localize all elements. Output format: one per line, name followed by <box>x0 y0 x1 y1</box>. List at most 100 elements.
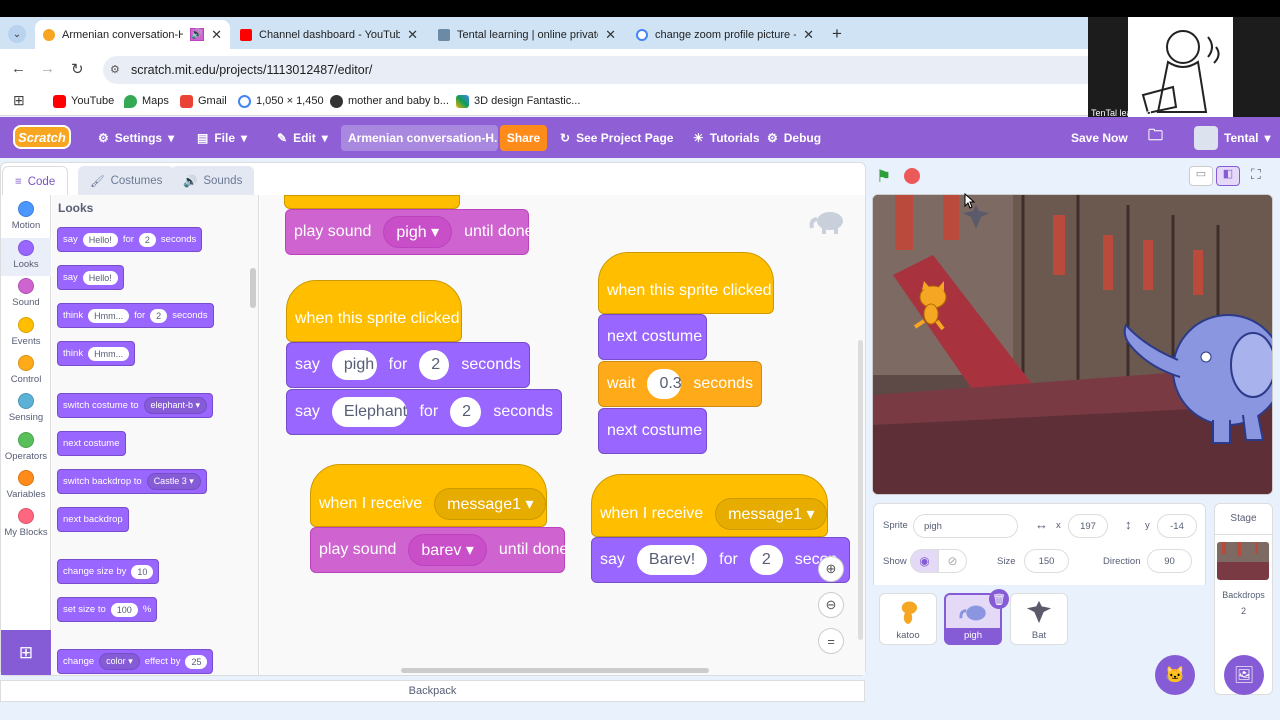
sprite-tile-katoo[interactable]: katoo <box>879 593 937 645</box>
block-input[interactable]: 25 <box>185 654 208 669</box>
apps-grid-icon[interactable]: ⊞ <box>13 92 25 109</box>
block-input[interactable]: 2 <box>138 232 156 247</box>
bookmark-youtube[interactable]: YouTube <box>53 93 114 109</box>
settings-menu[interactable]: ⚙ Settings ▾ <box>98 117 174 158</box>
bookmark-size[interactable]: 1,050 × 1,450 <box>238 93 324 109</box>
tutorials-button[interactable]: ☀ Tutorials <box>693 117 760 158</box>
message-dropdown[interactable]: message1 ▾ <box>715 497 828 530</box>
block-input[interactable]: 2 <box>150 308 168 323</box>
sprite-tile-bat[interactable]: Bat <box>1010 593 1068 645</box>
palette-next-backdrop-block[interactable]: next backdrop <box>57 507 129 532</box>
when-sprite-clicked-hat-block[interactable]: when this sprite clicked <box>598 252 774 314</box>
palette-change-size-block[interactable]: change size by 10 <box>57 559 160 584</box>
sprite-name-field[interactable]: pigh <box>913 514 1018 538</box>
add-extension-button[interactable]: ⊞ <box>1 630 51 675</box>
save-now-button[interactable]: Save Now <box>1071 117 1128 158</box>
choose-sprite-button[interactable]: 🐱 <box>1155 655 1195 695</box>
sound-dropdown[interactable]: barev ▾ <box>408 534 487 566</box>
bookmark-gmail[interactable]: Gmail <box>180 93 227 109</box>
browser-tab-tental[interactable]: Tental learning | online private ✕ <box>430 20 624 49</box>
block-input[interactable]: 10 <box>131 564 154 579</box>
block-input[interactable]: Hmm... <box>88 308 130 323</box>
category-control[interactable]: Control <box>1 353 51 391</box>
stage-canvas[interactable] <box>872 194 1273 495</box>
my-stuff-folder-icon[interactable]: 🗀 <box>1148 117 1163 158</box>
direction-field[interactable]: 90 <box>1147 549 1192 573</box>
normal-stage-button[interactable]: ◧ <box>1216 166 1240 186</box>
close-tab-icon[interactable]: ✕ <box>407 27 418 43</box>
tab-search-icon[interactable]: ⌄ <box>8 25 26 43</box>
palette-switch-backdrop-block[interactable]: switch backdrop to Castle 3 ▾ <box>57 469 207 494</box>
tab-costumes[interactable]: 🖌 Costumes <box>78 166 175 196</box>
block-input[interactable]: Barev! <box>636 545 708 575</box>
workspace-vertical-scrollbar[interactable] <box>858 340 863 640</box>
category-motion[interactable]: Motion <box>1 199 51 237</box>
category-variables[interactable]: Variables <box>1 468 51 506</box>
bookmark-3d-design[interactable]: 3D design Fantastic... <box>456 93 580 109</box>
y-position-field[interactable]: -14 <box>1157 514 1197 538</box>
debug-button[interactable]: ⚙ Debug <box>767 117 821 158</box>
next-costume-block[interactable]: next costume <box>598 408 707 454</box>
forward-icon[interactable]: → <box>40 60 55 77</box>
palette-next-costume-block[interactable]: next costume <box>57 431 126 456</box>
block-input[interactable]: Elephant <box>331 397 408 427</box>
script1-hat-partial[interactable] <box>284 195 460 209</box>
category-looks[interactable]: Looks <box>1 238 51 276</box>
category-operators[interactable]: Operators <box>1 430 51 468</box>
block-input[interactable]: Hello! <box>82 270 118 285</box>
edit-menu[interactable]: ✎ Edit ▾ <box>277 117 328 158</box>
when-i-receive-hat-block[interactable]: when I receive message1 ▾ <box>591 474 828 537</box>
choose-backdrop-button[interactable]: 🖼 <box>1224 655 1264 695</box>
palette-switch-costume-block[interactable]: switch costume to elephant-b ▾ <box>57 393 214 418</box>
tab-sounds[interactable]: 🔊 Sounds <box>171 166 255 196</box>
delete-sprite-trash-icon[interactable]: 🗑 <box>989 589 1009 609</box>
show-hidden-button[interactable]: ⊘ <box>938 549 967 573</box>
block-input[interactable]: 100 <box>110 602 138 617</box>
category-my-blocks[interactable]: My Blocks <box>1 506 51 544</box>
browser-tab-youtube[interactable]: Channel dashboard - YouTube ✕ <box>232 20 426 49</box>
when-i-receive-hat-block[interactable]: when I receive message1 ▾ <box>310 464 547 527</box>
palette-think-for-block[interactable]: think Hmm... for 2 seconds <box>57 303 214 328</box>
account-menu[interactable]: Tental ▾ <box>1194 117 1270 158</box>
small-stage-button[interactable]: ▭ <box>1189 166 1213 186</box>
file-menu[interactable]: ▤ File ▾ <box>197 117 247 158</box>
size-field[interactable]: 150 <box>1024 549 1069 573</box>
category-sound[interactable]: Sound <box>1 276 51 314</box>
tab-code[interactable]: ≡ Code <box>2 166 69 196</box>
project-title-input[interactable]: Armenian conversation-H... <box>341 125 498 151</box>
palette-set-size-block[interactable]: set size to 100% <box>57 597 158 622</box>
block-input[interactable]: pigh <box>331 350 377 380</box>
say-for-seconds-block[interactable]: say pigh for 2 seconds <box>286 342 530 388</box>
workspace-horizontal-scrollbar[interactable] <box>401 668 709 673</box>
block-input[interactable]: 2 <box>450 397 482 427</box>
effect-dropdown[interactable]: color ▾ <box>99 653 140 670</box>
script-workspace[interactable] <box>260 195 865 675</box>
browser-tab-active[interactable]: Armenian conversation-He 🔊 ✕ <box>35 20 230 49</box>
costume-dropdown[interactable]: elephant-b ▾ <box>143 397 208 414</box>
category-sensing[interactable]: Sensing <box>1 391 51 429</box>
play-sound-until-done-block[interactable]: play sound pigh ▾ until done <box>285 209 534 255</box>
message-dropdown[interactable]: message1 ▾ <box>434 487 547 520</box>
new-tab-button[interactable]: + <box>832 24 842 44</box>
bookmark-maps[interactable]: Maps <box>124 93 169 109</box>
block-input[interactable]: 2 <box>419 350 450 380</box>
block-input[interactable]: 2 <box>749 545 783 575</box>
share-button[interactable]: Share <box>500 125 547 151</box>
wait-seconds-block[interactable]: wait 0.3 seconds <box>598 361 762 407</box>
palette-say-block[interactable]: say Hello! <box>57 265 124 290</box>
show-visible-button[interactable]: ◉ <box>910 549 939 573</box>
green-flag-icon[interactable]: ⚑ <box>876 167 891 187</box>
zoom-reset-button[interactable]: = <box>818 628 844 654</box>
palette-scrollbar[interactable] <box>250 268 256 308</box>
back-icon[interactable]: ← <box>11 60 26 77</box>
fullscreen-icon[interactable]: ⛶ <box>1251 166 1261 183</box>
zoom-out-button[interactable]: ⊖ <box>818 592 844 618</box>
block-input[interactable]: Hello! <box>82 232 118 247</box>
palette-think-block[interactable]: think Hmm... <box>57 341 136 366</box>
scratch-logo[interactable]: Scratch <box>13 125 71 149</box>
category-events[interactable]: Events <box>1 315 51 353</box>
url-field[interactable]: scratch.mit.edu/projects/1113012487/edit… <box>103 56 1088 84</box>
stop-sign-icon[interactable] <box>904 168 920 184</box>
block-input[interactable]: Hmm... <box>88 346 130 361</box>
palette-change-effect-block[interactable]: change color ▾ effect by 25 <box>57 649 214 674</box>
